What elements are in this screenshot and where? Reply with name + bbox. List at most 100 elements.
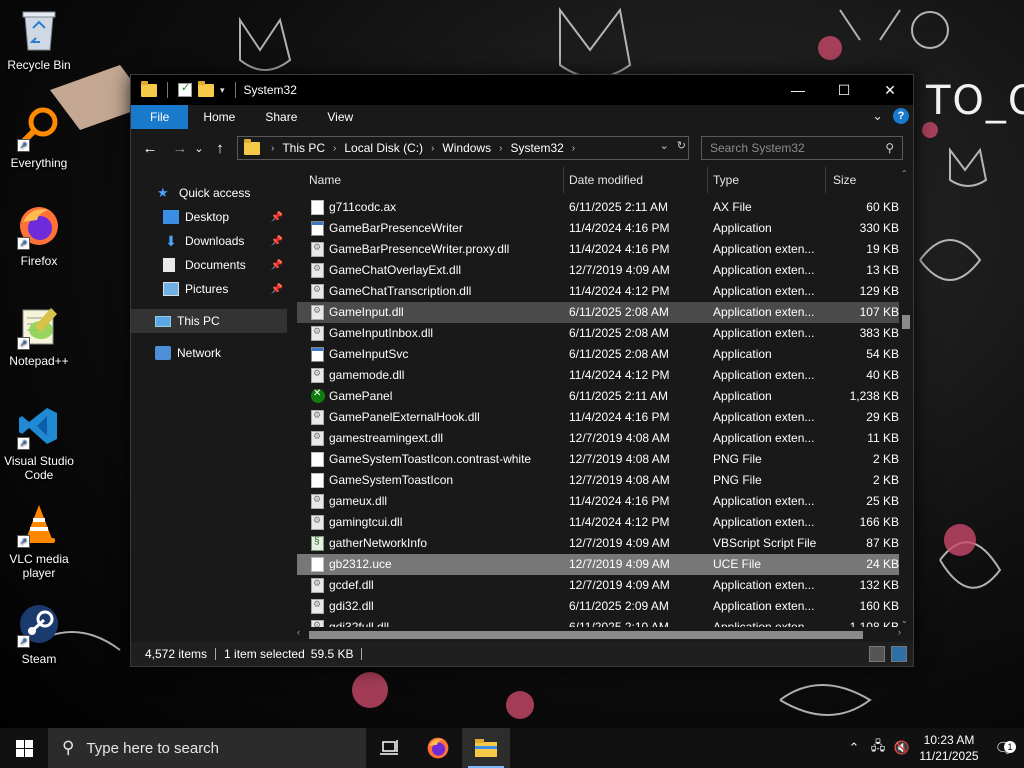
column-size[interactable]: Size xyxy=(827,167,897,193)
tab-share[interactable]: Share xyxy=(250,105,312,129)
file-name: GameInputInbox.dll xyxy=(329,326,434,340)
file-row[interactable]: gamestreamingext.dll 12/7/2019 4:08 AM App… xyxy=(297,428,905,449)
nav-downloads[interactable]: ⬇ Downloads 📌 xyxy=(131,229,287,253)
nav-pictures[interactable]: Pictures 📌 xyxy=(131,277,287,301)
file-date-modified: 6/11/2025 2:08 AM xyxy=(569,305,669,319)
breadcrumb-local-disk[interactable]: Local Disk (C:) xyxy=(341,141,426,155)
desktop-icon-recycle-bin[interactable]: Recycle Bin xyxy=(1,6,77,72)
breadcrumb-windows[interactable]: Windows xyxy=(439,141,494,155)
maximize-button[interactable]: ☐ xyxy=(821,75,867,105)
desktop-icon-everything[interactable]: ↗ Everything xyxy=(1,104,77,170)
file-type: UCE File xyxy=(713,557,762,571)
file-file-icon xyxy=(311,200,324,215)
file-row[interactable]: GameInput.dll 6/11/2025 2:08 AM Applicatio… xyxy=(297,302,905,323)
tab-home[interactable]: Home xyxy=(188,105,250,129)
desktop-icon-vscode[interactable]: ↗ Visual Studio Code xyxy=(1,402,77,482)
large-icons-view-icon[interactable] xyxy=(891,646,907,662)
desktop-icon-notepad-plus-plus[interactable]: ↗ Notepad++ xyxy=(1,302,77,368)
task-view-button[interactable] xyxy=(366,728,414,768)
file-row[interactable]: gamingtcui.dll 11/4/2024 4:12 PM Applicati… xyxy=(297,512,905,533)
address-dropdown-icon[interactable]: ⌄ xyxy=(660,139,669,152)
file-date-modified: 12/7/2019 4:09 AM xyxy=(569,536,670,550)
column-name[interactable]: Name xyxy=(303,167,563,193)
vertical-scrollbar[interactable]: ⌃ ⌄ xyxy=(899,167,913,627)
desktop-icon-label: Visual Studio Code xyxy=(4,454,74,482)
customize-toolbar-icon[interactable]: ▾ xyxy=(220,85,225,96)
desktop-icon-steam[interactable]: ↗ Steam xyxy=(1,600,77,666)
action-center-button[interactable]: 🗨 1 xyxy=(984,739,1024,757)
minimize-button[interactable]: — xyxy=(775,75,821,105)
file-row[interactable]: gcdef.dll 12/7/2019 4:09 AM Application ex… xyxy=(297,575,905,596)
file-row[interactable]: GameInputSvc 6/11/2025 2:08 AM Application… xyxy=(297,344,905,365)
nav-documents[interactable]: Documents 📌 xyxy=(131,253,287,277)
address-bar[interactable]: › This PC › Local Disk (C:) › Windows › … xyxy=(237,136,689,160)
nav-quick-access[interactable]: ★ Quick access xyxy=(131,181,287,205)
network-status-icon[interactable]: 🖧 xyxy=(866,737,890,759)
column-divider[interactable] xyxy=(825,167,826,193)
details-view-icon[interactable] xyxy=(869,646,885,662)
file-row[interactable]: gb2312.uce 12/7/2019 4:09 AM UCE File 24 KB xyxy=(297,554,905,575)
desktop-icon-firefox[interactable]: ↗ Firefox xyxy=(1,202,77,268)
scroll-left-icon[interactable]: ‹ xyxy=(297,627,300,637)
horizontal-scrollbar[interactable]: ‹ › xyxy=(297,627,901,641)
file-row[interactable]: gdi32full.dll 6/11/2025 2:10 AM Applicatio… xyxy=(297,617,905,627)
file-row[interactable]: GameChatOverlayExt.dll 12/7/2019 4:09 AM A… xyxy=(297,260,905,281)
file-row[interactable]: GameChatTranscription.dll 11/4/2024 4:12 … xyxy=(297,281,905,302)
breadcrumb-system32[interactable]: System32 xyxy=(507,141,566,155)
start-button[interactable] xyxy=(0,728,48,768)
taskbar-firefox-button[interactable] xyxy=(414,728,462,768)
scrollbar-thumb[interactable] xyxy=(902,315,910,329)
volume-muted-icon[interactable]: 🔇 xyxy=(890,740,914,756)
expand-ribbon-icon[interactable]: ⌄ xyxy=(872,108,883,124)
new-folder-icon[interactable] xyxy=(198,80,214,97)
file-name: GamePanelExternalHook.dll xyxy=(329,410,480,424)
search-input[interactable]: Search System32 ⚲ xyxy=(701,136,903,160)
file-row[interactable]: gameux.dll 11/4/2024 4:16 PM Application e… xyxy=(297,491,905,512)
tab-view[interactable]: View xyxy=(312,105,368,129)
file-row[interactable]: GamePanel 6/11/2025 2:11 AM Application 1,2… xyxy=(297,386,905,407)
dll-file-icon xyxy=(311,326,324,341)
scroll-down-icon[interactable]: ⌄ xyxy=(901,616,908,625)
file-row[interactable]: GameSystemToastIcon 12/7/2019 4:08 AM PNG … xyxy=(297,470,905,491)
breadcrumb-separator-icon: › xyxy=(271,142,275,154)
title-bar[interactable]: ✓ ▾ System32 — ☐ ✕ xyxy=(131,75,913,105)
file-row[interactable]: g711codc.ax 6/11/2025 2:11 AM AX File 60 KB xyxy=(297,197,905,218)
desktop-icon-vlc[interactable]: ↗ VLC media player xyxy=(1,500,77,580)
column-date-modified[interactable]: Date modified xyxy=(563,167,707,193)
file-type: Application exten... xyxy=(713,284,815,298)
taskbar-search-input[interactable]: ⚲ Type here to search xyxy=(48,728,366,768)
file-row[interactable]: gdi32.dll 6/11/2025 2:09 AM Application ex… xyxy=(297,596,905,617)
column-type[interactable]: Type xyxy=(707,167,825,193)
file-row[interactable]: GamePanelExternalHook.dll 11/4/2024 4:16 … xyxy=(297,407,905,428)
taskbar-file-explorer-button[interactable] xyxy=(462,728,510,768)
file-row[interactable]: GameBarPresenceWriter 11/4/2024 4:16 PM Ap… xyxy=(297,218,905,239)
tab-file[interactable]: File xyxy=(131,105,189,129)
up-button[interactable]: ↑ xyxy=(208,140,232,157)
clock-time: 10:23 AM xyxy=(923,733,975,747)
recent-locations-button[interactable]: ⌄ xyxy=(192,142,206,155)
show-hidden-icons-chevron-icon[interactable]: ⌃ xyxy=(842,740,866,756)
back-button[interactable]: ← xyxy=(138,140,162,157)
clock[interactable]: 10:23 AM 11/21/2025 xyxy=(914,732,984,764)
file-row[interactable]: GameBarPresenceWriter.proxy.dll 11/4/2024… xyxy=(297,239,905,260)
properties-icon[interactable]: ✓ xyxy=(178,82,192,97)
nav-desktop[interactable]: Desktop 📌 xyxy=(131,205,287,229)
file-row[interactable]: gamemode.dll 11/4/2024 4:12 PM Application… xyxy=(297,365,905,386)
file-name: gdi32full.dll xyxy=(329,620,390,627)
refresh-icon[interactable]: ↻ xyxy=(677,139,686,152)
file-size: 40 KB xyxy=(866,368,899,382)
help-icon[interactable]: ? xyxy=(893,108,909,124)
firefox-icon xyxy=(427,737,449,759)
file-row[interactable]: GameInputInbox.dll 6/11/2025 2:08 AM Appli… xyxy=(297,323,905,344)
breadcrumb-this-pc[interactable]: This PC xyxy=(279,141,328,155)
task-view-icon xyxy=(380,740,398,755)
scroll-right-icon[interactable]: › xyxy=(898,627,901,637)
close-button[interactable]: ✕ xyxy=(867,75,913,105)
scrollbar-thumb[interactable] xyxy=(309,631,863,639)
file-row[interactable]: GameSystemToastIcon.contrast-white 12/7/2… xyxy=(297,449,905,470)
nav-network[interactable]: Network xyxy=(131,341,287,365)
nav-this-pc[interactable]: This PC xyxy=(131,309,287,333)
forward-button[interactable]: → xyxy=(168,140,192,157)
scroll-up-icon[interactable]: ⌃ xyxy=(901,169,908,178)
file-row[interactable]: gatherNetworkInfo 12/7/2019 4:09 AM VBScri… xyxy=(297,533,905,554)
